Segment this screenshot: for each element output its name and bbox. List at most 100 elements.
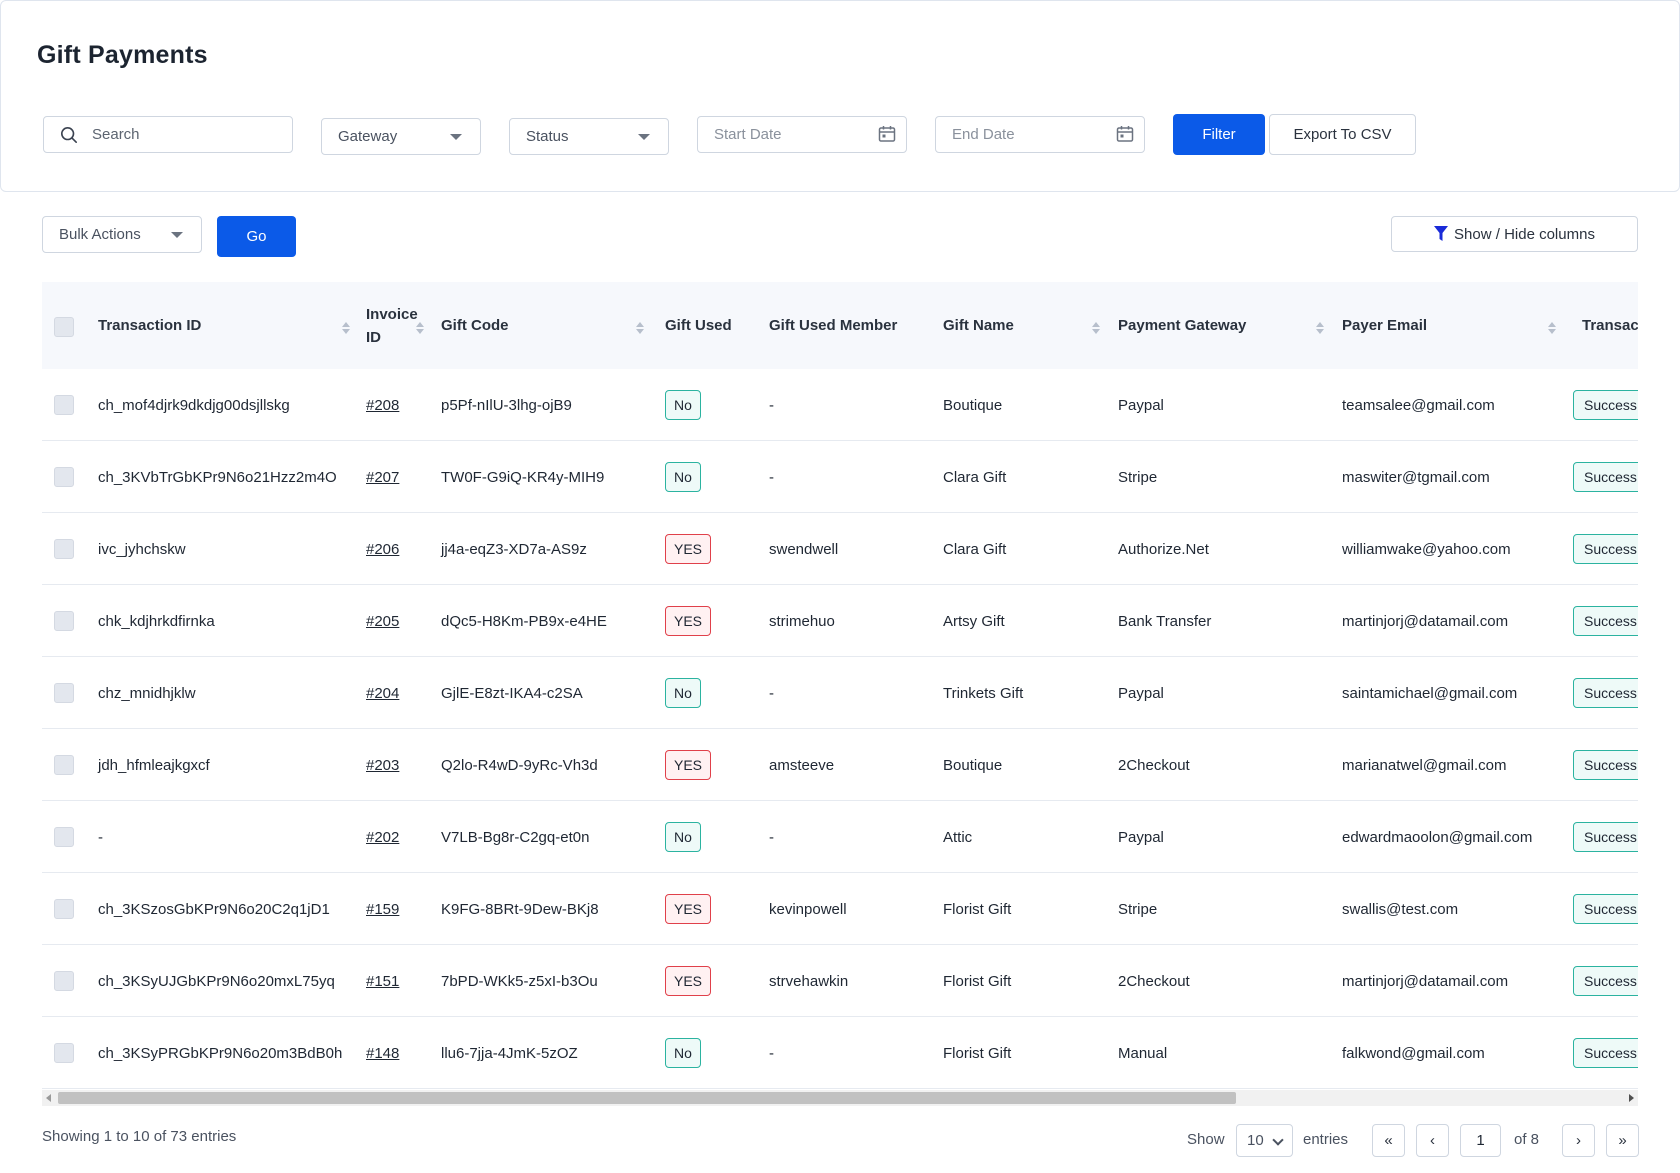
- per-page-value: 10: [1247, 1132, 1264, 1149]
- status-badge: Success: [1573, 894, 1638, 924]
- row-checkbox[interactable]: [54, 827, 74, 847]
- header-invoice-id[interactable]: Invoice ID: [366, 282, 418, 369]
- cell-gift-code: 7bPD-WKk5-z5xI-b3Ou: [441, 972, 598, 990]
- status-badge: Success: [1573, 462, 1638, 492]
- calendar-icon[interactable]: [878, 125, 896, 143]
- cell-gift-used-member: swendwell: [769, 513, 838, 585]
- gateway-select[interactable]: Gateway: [321, 118, 481, 155]
- header-payer-email[interactable]: Payer Email: [1342, 282, 1427, 369]
- sort-icon[interactable]: [342, 322, 350, 334]
- row-checkbox[interactable]: [54, 395, 74, 415]
- cell-gift-used-member: -: [769, 369, 774, 441]
- cell-invoice-link[interactable]: #203: [366, 757, 399, 774]
- prev-page-button[interactable]: ‹: [1416, 1124, 1449, 1157]
- scroll-right-arrow-icon[interactable]: [1629, 1094, 1634, 1102]
- search-field[interactable]: [43, 116, 293, 153]
- cell-gift-name: Clara Gift: [943, 540, 1007, 558]
- cell-transaction-id: chz_mnidhjklw: [98, 684, 196, 702]
- cell-gift-name: Florist Gift: [943, 900, 1012, 918]
- cell-invoice-link: #207: [366, 441, 399, 513]
- cell-invoice-link: #204: [366, 657, 399, 729]
- bulk-actions-select[interactable]: Bulk Actions: [42, 216, 202, 253]
- row-checkbox[interactable]: [54, 899, 74, 919]
- cell-invoice-link[interactable]: #159: [366, 901, 399, 918]
- cell-gift-code: dQc5-H8Km-PB9x-e4HE: [441, 612, 607, 630]
- cell-gift-name: Boutique: [943, 756, 1003, 774]
- cell-gift-used-member: strvehawkin: [769, 972, 849, 990]
- search-input[interactable]: [92, 126, 272, 143]
- gift-used-badge: No: [665, 1038, 701, 1068]
- table-row: ch_mof4djrk9dkdjg00dsjllskg #208 p5Pf-nIlU…: [42, 369, 1638, 441]
- cell-gift-code: GjlE-E8zt-IKA4-c2SA: [441, 657, 583, 729]
- bulk-actions-label: Bulk Actions: [59, 226, 141, 243]
- row-checkbox[interactable]: [54, 971, 74, 991]
- cell-status: Success: [1573, 513, 1638, 585]
- cell-payment-gateway: 2Checkout: [1118, 972, 1190, 990]
- go-button[interactable]: Go: [217, 216, 296, 257]
- calendar-icon[interactable]: [1116, 125, 1134, 143]
- scroll-left-arrow-icon[interactable]: [46, 1094, 51, 1102]
- sort-icon[interactable]: [416, 322, 424, 334]
- sort-icon[interactable]: [1092, 322, 1100, 334]
- sort-icon[interactable]: [636, 322, 644, 334]
- caret-down-icon: [171, 232, 183, 238]
- cell-invoice-link[interactable]: #202: [366, 829, 399, 846]
- cell-gift-used-member: -: [769, 468, 774, 486]
- row-checkbox[interactable]: [54, 467, 74, 487]
- header-payment-gateway[interactable]: Payment Gateway: [1118, 282, 1246, 369]
- row-checkbox[interactable]: [54, 1043, 74, 1063]
- header-transaction-id[interactable]: Transaction ID: [98, 282, 201, 369]
- cell-invoice-link: #202: [366, 801, 399, 873]
- page-number-input[interactable]: 1: [1460, 1124, 1501, 1157]
- row-checkbox[interactable]: [54, 683, 74, 703]
- cell-status: Success: [1573, 729, 1638, 801]
- cell-gift-code: TW0F-G9iQ-KR4y-MIH9: [441, 441, 604, 513]
- horizontal-scrollbar[interactable]: [42, 1090, 1638, 1106]
- export-csv-button[interactable]: Export To CSV: [1269, 114, 1416, 155]
- caret-down-icon: [450, 134, 462, 140]
- filter-panel: Gift Payments Gateway Status Start Date …: [0, 0, 1680, 192]
- filter-button[interactable]: Filter: [1173, 114, 1265, 155]
- cell-invoice-link[interactable]: #148: [366, 1045, 399, 1062]
- cell-payer-email: marianatwel@gmail.com: [1342, 729, 1506, 801]
- show-hide-columns-button[interactable]: Show / Hide columns: [1391, 216, 1638, 252]
- cell-transaction-id: -: [98, 801, 103, 873]
- gateway-select-label: Gateway: [338, 128, 398, 145]
- next-page-button[interactable]: ›: [1562, 1124, 1595, 1157]
- scrollbar-thumb[interactable]: [58, 1092, 1236, 1104]
- cell-gift-name: Florist Gift: [943, 873, 1011, 945]
- cell-gift_used: YES: [665, 945, 712, 1017]
- status-select[interactable]: Status: [509, 118, 669, 155]
- start-date-field[interactable]: Start Date: [697, 116, 907, 153]
- cell-transaction-id: jdh_hfmleajkgxcf: [98, 729, 210, 801]
- row-checkbox[interactable]: [54, 539, 74, 559]
- header-gift-code[interactable]: Gift Code: [441, 282, 509, 369]
- first-page-button[interactable]: «: [1372, 1124, 1405, 1157]
- cell-payer-email: martinjorj@datamail.com: [1342, 945, 1508, 1017]
- select-all-checkbox[interactable]: [54, 317, 74, 337]
- last-page-button[interactable]: »: [1606, 1124, 1639, 1157]
- cell-gift-name: Artsy Gift: [943, 585, 1005, 657]
- cell-invoice-link[interactable]: #204: [366, 685, 399, 702]
- header-transaction-status[interactable]: Transac: [1582, 282, 1638, 369]
- row-checkbox[interactable]: [54, 755, 74, 775]
- gift-used-badge: No: [665, 462, 701, 492]
- cell-payment-gateway: Bank Transfer: [1118, 612, 1212, 630]
- cell-invoice-link[interactable]: #205: [366, 613, 399, 630]
- header-gift-name[interactable]: Gift Name: [943, 282, 1014, 369]
- cell-gift-name: Artsy Gift: [943, 612, 1005, 630]
- status-badge: Success: [1573, 606, 1638, 636]
- cell-gift-used-member: strimehuo: [769, 585, 835, 657]
- row-checkbox[interactable]: [54, 611, 74, 631]
- gift-used-badge: YES: [665, 750, 712, 780]
- sort-icon[interactable]: [1548, 322, 1556, 334]
- sort-icon[interactable]: [1316, 322, 1324, 334]
- cell-invoice-link[interactable]: #206: [366, 541, 399, 558]
- cell-payment-gateway: Authorize.Net: [1118, 513, 1209, 585]
- cell-invoice-link[interactable]: #208: [366, 397, 399, 414]
- per-page-select[interactable]: 10: [1236, 1124, 1293, 1157]
- end-date-field[interactable]: End Date: [935, 116, 1145, 153]
- cell-gift-name: Boutique: [943, 369, 1002, 441]
- cell-invoice-link[interactable]: #207: [366, 469, 399, 486]
- cell-invoice-link[interactable]: #151: [366, 973, 399, 990]
